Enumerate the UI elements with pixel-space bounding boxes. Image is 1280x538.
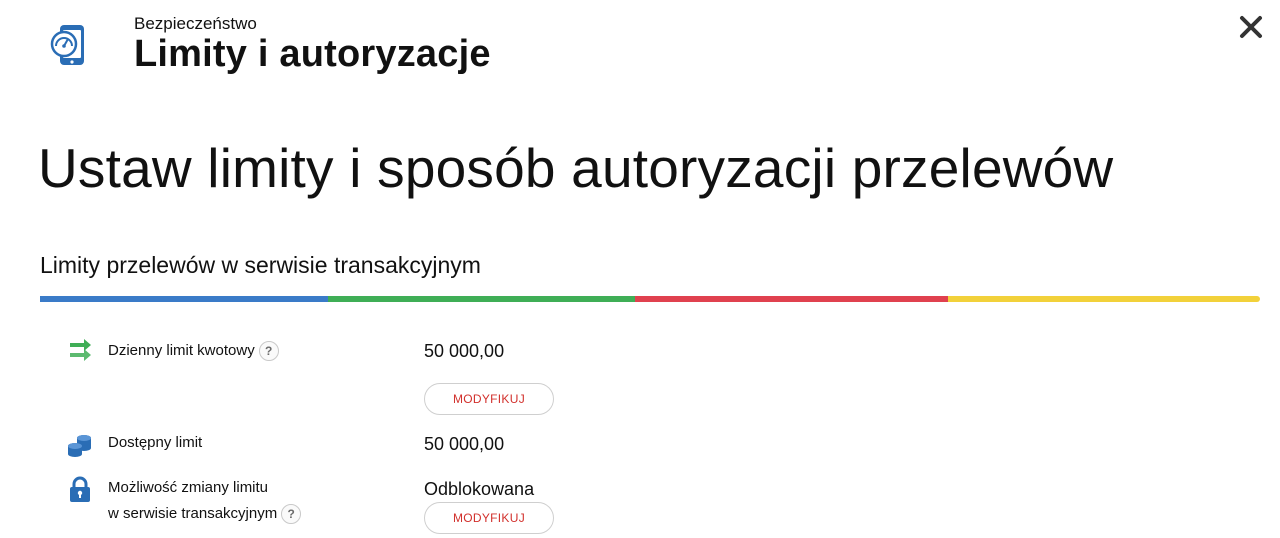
color-bar-segment-red <box>635 296 948 302</box>
padlock-icon <box>70 476 90 502</box>
close-icon[interactable] <box>1236 12 1266 42</box>
phone-speedometer-icon <box>50 25 84 65</box>
breadcrumb: Bezpieczeństwo <box>134 14 257 33</box>
daily-limit-label: Dzienny limit kwotowy? <box>108 340 279 362</box>
modify-daily-limit-button[interactable]: MODYFIKUJ <box>424 383 554 415</box>
coins-icon <box>68 435 91 457</box>
daily-limit-help-icon[interactable]: ? <box>258 341 279 362</box>
daily-limit-value: 50 000,00 <box>424 341 505 361</box>
color-bar-segment-yellow <box>948 296 1260 302</box>
headline: Ustaw limity i sposób autoryzacji przele… <box>38 137 1114 199</box>
page-header: Bezpieczeństwo Limity i autoryzacje <box>0 0 1280 100</box>
available-limit-value: 50 000,00 <box>424 434 505 454</box>
change-limit-label-line2-wrap: w serwisie transakcyjnym? <box>108 503 302 525</box>
modify-change-limit-button[interactable]: MODYFIKUJ <box>424 502 554 534</box>
available-limit-label: Dostępny limit <box>108 434 203 451</box>
change-limit-label-line1: Możliwość zmiany limitu <box>108 479 269 496</box>
daily-limit-label-text: Dzienny limit kwotowy <box>108 342 255 359</box>
change-limit-label: Możliwość zmiany limitu w serwisie trans… <box>108 477 302 525</box>
change-limit-label-line2: w serwisie transakcyjnym <box>108 505 278 522</box>
section-color-bar <box>40 296 1260 302</box>
transfer-arrows-icon <box>70 339 91 361</box>
color-bar-segment-blue <box>40 296 328 302</box>
color-bar-segment-green <box>328 296 635 302</box>
change-limit-status: Odblokowana <box>424 479 535 499</box>
change-limit-help-icon[interactable]: ? <box>281 504 302 525</box>
section-title: Limity przelewów w serwisie transakcyjny… <box>40 252 481 278</box>
page-title: Limity i autoryzacje <box>134 33 491 75</box>
